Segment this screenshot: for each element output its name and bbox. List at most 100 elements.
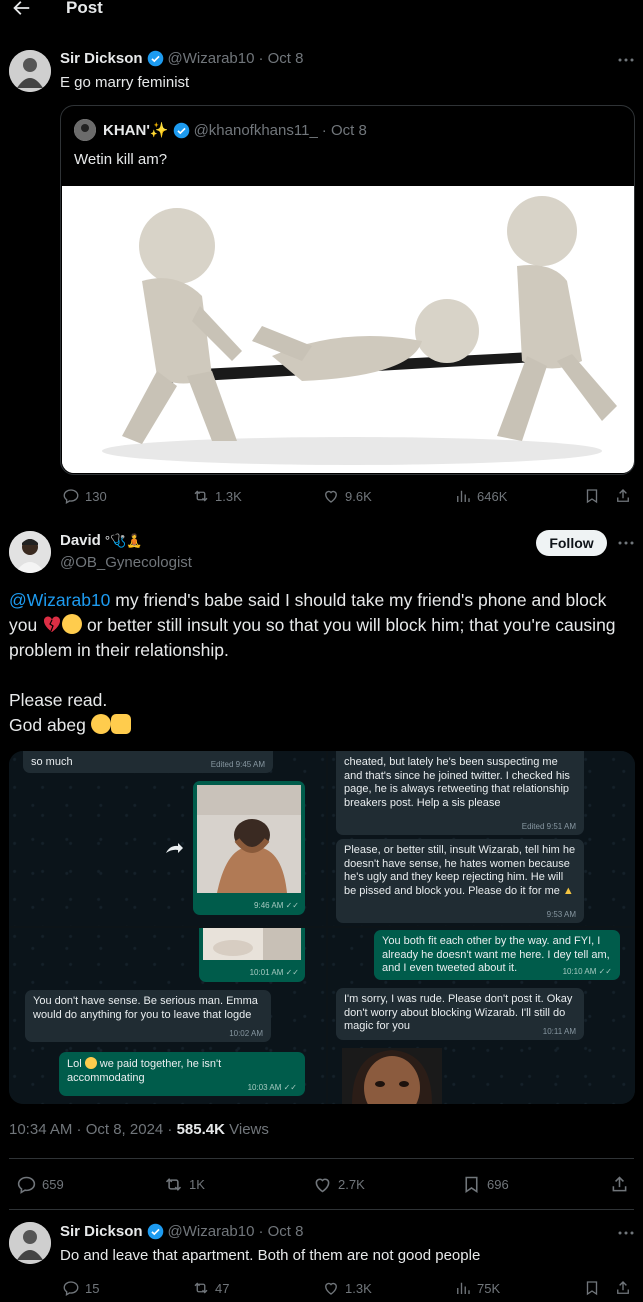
page-title: Post <box>66 0 103 17</box>
repost-icon <box>194 490 208 502</box>
pleading-emoji-icon <box>344 812 364 832</box>
author-handle[interactable]: @Wizarab10 <box>168 50 255 67</box>
views-label: Views <box>224 1121 269 1138</box>
repost-button[interactable]: 47 <box>192 1279 229 1297</box>
chat-text: Please, or better still, insult Wizarab,… <box>344 844 576 897</box>
author-handle[interactable]: @OB_Gynecologist <box>60 554 192 571</box>
quote-author-name: KHAN'✨ <box>103 122 169 139</box>
quote-author-row: KHAN'✨ @khanofkhans11_ · Oct 8 <box>103 121 367 140</box>
reply-text: Do and leave that apartment. Both of the… <box>60 1247 481 1264</box>
share-button[interactable] <box>609 1174 630 1195</box>
bookmark-button[interactable] <box>583 487 601 505</box>
chat-screenshot-4[interactable]: You both fit each other by the way. and … <box>328 928 635 1104</box>
views-button[interactable]: 75K <box>454 1279 500 1297</box>
quote-avatar <box>74 119 96 141</box>
verified-icon <box>173 122 189 138</box>
mention-link[interactable]: @Wizarab10 <box>9 590 110 610</box>
author-row: Sir Dickson @Wizarab10 · Oct 8 <box>60 50 303 67</box>
like-count: 9.6K <box>345 488 372 504</box>
author-name[interactable]: Sir Dickson <box>60 1223 143 1240</box>
chat-time: 10:01 AM ✓✓ <box>249 967 299 977</box>
chat-time: 9:46 AM ✓✓ <box>254 900 299 910</box>
like-button[interactable]: 2.7K <box>312 1174 365 1195</box>
chat-screenshot-1[interactable]: so much Edited 9:45 AM 9:46 AM ✓✓ <box>9 751 326 926</box>
divider <box>9 1158 634 1159</box>
bookmark-count: 696 <box>487 1177 509 1192</box>
like-count: 2.7K <box>338 1177 365 1192</box>
post-meta: 10:34 AM · Oct 8, 2024 · 585.4K Views <box>9 1121 269 1138</box>
chat-time: 10:11 AM <box>542 1026 576 1036</box>
bookmark-button[interactable]: 696 <box>461 1174 509 1195</box>
post-timestamp[interactable]: 10:34 AM · Oct 8, 2024 · <box>9 1121 177 1138</box>
share-button[interactable] <box>614 1279 632 1297</box>
post-date[interactable]: · Oct 8 <box>258 1223 303 1240</box>
repost-count: 1K <box>189 1177 205 1192</box>
author-handle[interactable]: @Wizarab10 <box>168 1223 255 1240</box>
repost-button[interactable]: 1.3K <box>192 487 242 505</box>
chat-bubble: Lol we paid together, he isn't accommoda… <box>59 1052 305 1096</box>
top-bar: Post <box>0 0 643 22</box>
chat-bubble: cheated, but lately he's been suspecting… <box>336 751 584 835</box>
chat-screenshot-2[interactable]: cheated, but lately he's been suspecting… <box>328 751 635 926</box>
post-date[interactable]: · Oct 8 <box>258 50 303 67</box>
chat-time: 10:03 AM ✓✓ <box>247 1082 297 1092</box>
avatar[interactable] <box>9 50 51 92</box>
like-icon <box>325 1282 337 1295</box>
bookmark-icon <box>586 1281 598 1296</box>
quoted-post[interactable]: KHAN'✨ @khanofkhans11_ · Oct 8 Wetin kil… <box>60 105 635 475</box>
chat-time: Edited 9:45 AM <box>210 759 265 769</box>
author-row: David °🩺🧘 <box>60 532 142 549</box>
chat-bubble: I'm sorry, I was rude. Please don't post… <box>336 988 584 1040</box>
like-button[interactable]: 9.6K <box>322 487 372 505</box>
reply-icon <box>63 489 79 504</box>
views-button[interactable]: 646K <box>454 487 507 505</box>
share-icon <box>612 1176 627 1192</box>
chat-bubble: You both fit each other by the way. and … <box>374 930 620 980</box>
verified-icon <box>147 50 163 67</box>
reply-count: 659 <box>42 1177 64 1192</box>
more-icon[interactable] <box>616 53 636 67</box>
reply-icon <box>17 1176 36 1194</box>
more-icon[interactable] <box>616 1226 636 1240</box>
avatar[interactable] <box>9 531 51 573</box>
forward-icon <box>166 843 183 853</box>
avatar[interactable] <box>9 1222 51 1264</box>
views-count: 75K <box>477 1280 501 1296</box>
like-icon <box>315 1178 330 1193</box>
author-name[interactable]: David <box>60 532 101 549</box>
repost-count: 47 <box>215 1280 230 1296</box>
share-button[interactable] <box>614 487 632 505</box>
back-arrow-icon[interactable] <box>10 0 32 19</box>
follow-button[interactable]: Follow <box>536 530 607 556</box>
media-grid[interactable]: so much Edited 9:45 AM 9:46 AM ✓✓ cheate… <box>9 751 635 1104</box>
quote-date: · Oct 8 <box>321 121 367 139</box>
reply-button[interactable]: 130 <box>62 487 107 505</box>
reply-button[interactable]: 15 <box>62 1279 99 1297</box>
like-count: 1.3K <box>345 1280 372 1296</box>
chat-time: 10:10 AM ✓✓ <box>562 966 612 976</box>
bookmark-button[interactable] <box>583 1279 601 1297</box>
quote-text: Wetin kill am? <box>74 151 168 168</box>
reply-button[interactable]: 659 <box>16 1174 64 1195</box>
chat-text: You don't have sense. Be serious man. Em… <box>33 995 258 1021</box>
bookmark-icon <box>586 489 598 504</box>
more-icon[interactable] <box>616 536 636 550</box>
post-line2: Please read. <box>9 690 108 710</box>
like-button[interactable]: 1.3K <box>322 1279 372 1297</box>
repost-button[interactable]: 1K <box>163 1174 205 1195</box>
views-icon <box>457 490 470 502</box>
share-icon <box>617 489 629 502</box>
post-body: @Wizarab10 my friend's babe said I shoul… <box>9 588 635 738</box>
chat-screenshot-3[interactable]: 10:01 AM ✓✓ You don't have sense. Be ser… <box>9 928 326 1104</box>
chat-text: I'm sorry, I was rude. Please don't post… <box>344 993 573 1032</box>
laughing-emoji-icon <box>84 1057 97 1069</box>
verified-icon <box>147 1223 163 1240</box>
quote-image[interactable] <box>62 186 634 473</box>
chat-bubble: Please, or better still, insult Wizarab,… <box>336 839 584 923</box>
author-name[interactable]: Sir Dickson <box>60 50 143 67</box>
pray-emoji-icon: ▲ <box>562 884 574 897</box>
raised-hands-emoji-icon <box>110 714 131 734</box>
chat-photo <box>342 1048 442 1104</box>
chat-bubble: You don't have sense. Be serious man. Em… <box>25 990 271 1042</box>
repost-icon <box>194 1282 208 1294</box>
